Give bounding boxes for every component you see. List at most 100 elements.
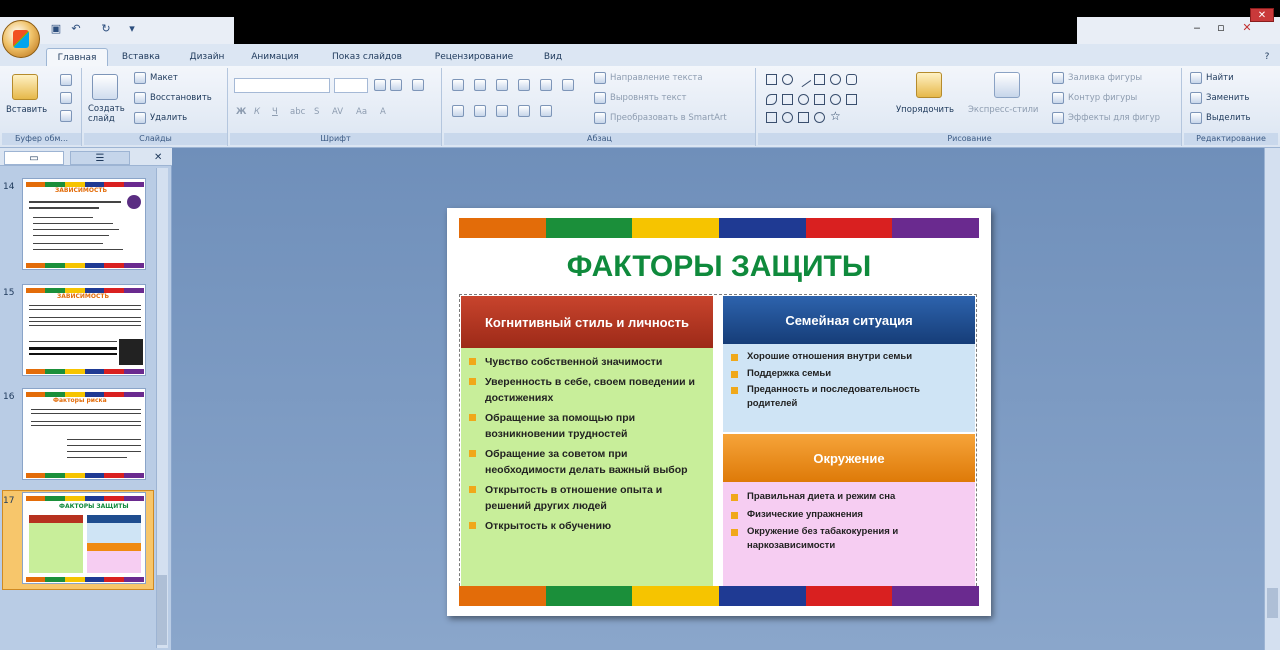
copy-icon[interactable] [60,92,72,104]
underline-icon[interactable]: Ч [272,106,278,118]
oval-shape-icon[interactable] [782,74,793,85]
office-button[interactable] [2,20,40,58]
save-icon[interactable]: ▣ [48,20,64,38]
star-shape-icon[interactable]: ☆ [830,110,841,122]
replace-button[interactable]: Заменить [1206,92,1249,104]
block-arrow-shape-icon[interactable] [814,94,825,105]
select-icon[interactable] [1190,112,1202,124]
text-direction-icon[interactable] [594,72,606,84]
layout-button[interactable]: Макет [150,72,178,84]
decrease-indent-icon[interactable] [496,79,508,91]
align-left-icon[interactable] [452,105,464,117]
shape-fill-icon[interactable] [1052,72,1064,84]
shape-outline-icon[interactable] [1052,92,1064,104]
arrange-button[interactable]: Упорядочить [896,104,954,116]
tab-insert[interactable]: Вставка [112,48,170,66]
current-slide[interactable]: ФАКТОРЫ ЗАЩИТЫ Когнитивный стиль и лично… [447,208,991,616]
find-icon[interactable] [1190,72,1202,84]
slide-title[interactable]: ФАКТОРЫ ЗАЩИТЫ [447,250,991,284]
shadow-icon[interactable]: S [314,106,319,118]
undo-icon[interactable]: ↶ [68,20,84,38]
slide-thumbnail-15[interactable]: ЗАВИСИМОСТЬ [22,284,146,376]
font-size-combo[interactable] [334,78,368,93]
rounded-rect-shape-icon[interactable] [846,74,857,85]
slide-thumbnail-17[interactable]: ФАКТОРЫ ЗАЩИТЫ [22,492,146,584]
shape-effects-icon[interactable] [1052,112,1064,124]
tab-home[interactable]: Главная [46,48,108,66]
redo-icon[interactable]: ↻ [98,20,114,38]
tab-design[interactable]: Дизайн [178,48,236,66]
italic-icon[interactable]: К [254,106,260,118]
slide-thumbnail-14[interactable]: ЗАВИСИМОСТЬ [22,178,146,270]
editor-scrollbar[interactable] [1264,148,1280,650]
tab-slides-pane[interactable]: ▭ [4,151,64,165]
restore-icon[interactable]: ▫ [1212,20,1230,36]
cognitive-header[interactable]: Когнитивный стиль и личность [461,296,713,348]
close-pane-icon[interactable]: ✕ [154,152,162,163]
line-shape-icon[interactable] [795,71,812,88]
reset-button[interactable]: Восстановить [150,92,212,104]
strikethrough-icon[interactable]: abc [290,106,305,118]
environment-header[interactable]: Окружение [723,434,975,482]
close-icon[interactable]: ✕ [1238,20,1256,36]
minimize-icon[interactable]: ‒ [1188,20,1206,36]
arrow-shape-icon[interactable] [766,94,777,105]
slide-thumbnail-16[interactable]: Факторы риска [22,388,146,480]
bullets-icon[interactable] [452,79,464,91]
tab-animation[interactable]: Анимация [242,48,308,66]
shape-outline-button[interactable]: Контур фигуры [1068,92,1137,104]
text-direction-button[interactable]: Направление текста [610,72,703,84]
columns-icon[interactable] [562,79,574,91]
circle-shape-icon[interactable] [830,74,841,85]
select-button[interactable]: Выделить [1206,112,1251,124]
case-icon[interactable]: Aa [356,106,367,118]
align-text-icon[interactable] [594,92,606,104]
delete-icon[interactable] [134,112,146,124]
shape-effects-button[interactable]: Эффекты для фигур [1068,112,1160,124]
delete-button[interactable]: Удалить [150,112,187,124]
shrink-font-icon[interactable] [390,79,402,91]
layout-icon[interactable] [134,72,146,84]
paste-button[interactable]: Вставить [6,104,47,116]
tab-review[interactable]: Рецензирование [424,48,524,66]
tab-view[interactable]: Вид [536,48,570,66]
align-center-icon[interactable] [474,105,486,117]
bracket-shape-icon[interactable] [782,94,793,105]
justify-icon[interactable] [518,105,530,117]
bold-icon[interactable]: Ж [236,106,246,118]
brace-shape-icon[interactable] [798,112,809,123]
new-slide-button[interactable]: Создать слайд [88,104,128,124]
paste-icon[interactable] [12,74,38,100]
triangle-shape-icon[interactable] [846,94,857,105]
textbox-shape-icon[interactable] [814,74,825,85]
numbering-icon[interactable] [474,79,486,91]
tab-outline-pane[interactable]: ☰ [70,151,130,165]
font-color-icon[interactable]: A [380,106,386,118]
format-painter-icon[interactable] [60,110,72,122]
family-header[interactable]: Семейная ситуация [723,296,975,344]
help-icon[interactable]: ? [1260,48,1274,66]
customize-qat-icon[interactable]: ▾ [124,20,140,38]
smiley-shape-icon[interactable] [830,94,841,105]
tab-slide-show[interactable]: Показ слайдов [320,48,414,66]
heart-shape-icon[interactable] [798,94,809,105]
reset-icon[interactable] [134,92,146,104]
new-slide-icon[interactable] [92,74,118,100]
grow-font-icon[interactable] [374,79,386,91]
align-text-button[interactable]: Выровнять текст [610,92,686,104]
shape-fill-button[interactable]: Заливка фигуры [1068,72,1142,84]
arc-shape-icon[interactable] [782,112,793,123]
smartart-button[interactable]: Преобразовать в SmartArt [610,112,727,124]
quick-styles-icon[interactable] [994,72,1020,98]
slides-pane-scroll-thumb[interactable] [157,575,167,645]
arrange-icon[interactable] [916,72,942,98]
editor-scroll-thumb[interactable] [1267,588,1278,618]
moon-shape-icon[interactable] [814,112,825,123]
line-spacing-icon[interactable] [540,79,552,91]
app-close-button[interactable]: ✕ [1250,8,1274,22]
replace-icon[interactable] [1190,92,1202,104]
curve-shape-icon[interactable] [766,112,777,123]
distribute-icon[interactable] [540,105,552,117]
clear-format-icon[interactable] [412,79,424,91]
find-button[interactable]: Найти [1206,72,1234,84]
